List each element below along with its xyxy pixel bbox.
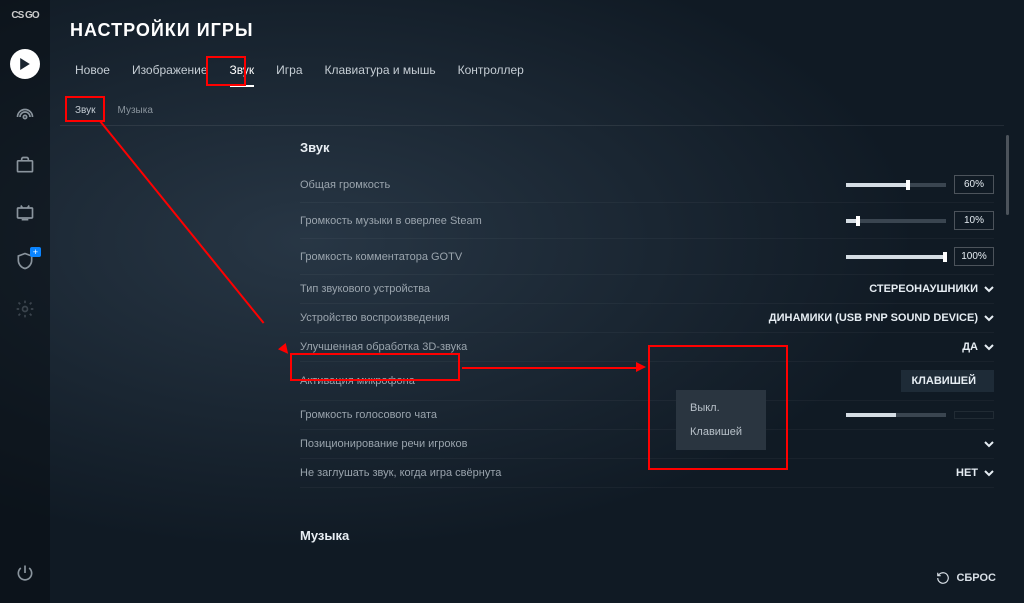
chevron-down-icon <box>984 439 994 449</box>
section-music-title: Музыка <box>300 528 994 543</box>
shield-icon[interactable]: + <box>15 251 35 271</box>
sidebar: CS GO + <box>0 0 50 603</box>
value-device-type: СТЕРЕОНАУШНИКИ <box>869 283 978 295</box>
power-icon[interactable] <box>15 563 35 583</box>
play-icon <box>19 58 31 70</box>
header: НАСТРОЙКИ ИГРЫ <box>70 20 254 41</box>
dropdown-item-key[interactable]: Клавишей <box>676 420 766 444</box>
tab-new[interactable]: Новое <box>75 63 110 87</box>
slider-overlay-music[interactable] <box>846 219 946 223</box>
label-voice-positional: Позиционирование речи игроков <box>300 438 984 450</box>
slider-voice-volume[interactable] <box>846 413 946 417</box>
value-3d-processing: ДА <box>962 341 978 353</box>
chevron-down-icon <box>984 284 994 294</box>
row-master-volume: Общая громкость 60% <box>300 167 994 203</box>
dropdown-mute-background[interactable]: НЕТ <box>956 467 994 479</box>
label-device-type: Тип звукового устройства <box>300 283 869 295</box>
value-voice-volume[interactable] <box>954 411 994 419</box>
subtab-music[interactable]: Музыка <box>118 105 153 116</box>
reset-icon <box>936 571 950 585</box>
page-title: НАСТРОЙКИ ИГРЫ <box>70 20 254 41</box>
value-gotv-volume[interactable]: 100% <box>954 247 994 266</box>
row-gotv-volume: Громкость комментатора GOTV 100% <box>300 239 994 275</box>
row-device-type: Тип звукового устройства СТЕРЕОНАУШНИКИ <box>300 275 994 304</box>
badge-new: + <box>30 247 41 257</box>
section-sound-title: Звук <box>300 140 994 155</box>
row-mute-background: Не заглушать звук, когда игра свёрнута Н… <box>300 459 994 488</box>
dropdown-3d-processing[interactable]: ДА <box>962 341 994 353</box>
scrollbar[interactable] <box>1006 135 1009 215</box>
value-mute-background: НЕТ <box>956 467 978 479</box>
label-mic-activation: Активация микрофона <box>300 375 901 387</box>
dropdown-device-type[interactable]: СТЕРЕОНАУШНИКИ <box>869 283 994 295</box>
logo: CS GO <box>11 10 38 21</box>
annotation-arrow-1 <box>99 120 264 323</box>
value-output-device: ДИНАМИКИ (USB PNP SOUND DEVICE) <box>769 312 978 324</box>
label-gotv-volume: Громкость комментатора GOTV <box>300 251 846 263</box>
chevron-down-icon <box>984 342 994 352</box>
row-overlay-music: Громкость музыки в оверлее Steam 10% <box>300 203 994 239</box>
tab-controller[interactable]: Контроллер <box>458 63 524 87</box>
value-master-volume[interactable]: 60% <box>954 175 994 194</box>
annotation-arrowhead-1 <box>278 343 292 357</box>
label-overlay-music: Громкость музыки в оверлее Steam <box>300 215 846 227</box>
row-mic-activation: Активация микрофона КЛАВИШЕЙ <box>300 362 994 401</box>
watch-icon[interactable] <box>15 203 35 223</box>
row-voice-volume: Громкость голосового чата <box>300 401 994 430</box>
label-mute-background: Не заглушать звук, когда игра свёрнута <box>300 467 956 479</box>
reset-label: СБРОС <box>956 572 996 584</box>
label-3d-processing: Улучшенная обработка 3D-звука <box>300 341 962 353</box>
chevron-down-icon <box>984 468 994 478</box>
value-overlay-music[interactable]: 10% <box>954 211 994 230</box>
slider-gotv-volume[interactable] <box>846 255 946 259</box>
row-3d-processing: Улучшенная обработка 3D-звука ДА <box>300 333 994 362</box>
dropdown-mic-activation[interactable]: КЛАВИШЕЙ <box>901 370 994 392</box>
tab-audio[interactable]: Звук <box>230 63 255 87</box>
tab-keyboard[interactable]: Клавиатура и мышь <box>325 63 436 87</box>
row-output-device: Устройство воспроизведения ДИНАМИКИ (USB… <box>300 304 994 333</box>
tabs: Новое Изображение Звук Игра Клавиатура и… <box>75 63 524 87</box>
dropdown-output-device[interactable]: ДИНАМИКИ (USB PNP SOUND DEVICE) <box>769 312 994 324</box>
dropdown-menu-mic: Выкл. Клавишей <box>676 390 766 450</box>
tab-video[interactable]: Изображение <box>132 63 208 87</box>
reset-button[interactable]: СБРОС <box>936 571 996 585</box>
slider-master-volume[interactable] <box>846 183 946 187</box>
row-voice-positional: Позиционирование речи игроков <box>300 430 994 459</box>
play-button[interactable] <box>10 49 40 79</box>
dropdown-item-off[interactable]: Выкл. <box>676 396 766 420</box>
label-output-device: Устройство воспроизведения <box>300 312 769 324</box>
divider <box>60 125 1004 126</box>
inventory-icon[interactable] <box>15 155 35 175</box>
settings-icon[interactable] <box>15 299 35 319</box>
value-mic-activation: КЛАВИШЕЙ <box>911 375 976 387</box>
settings-content: Звук Общая громкость 60% Громкость музык… <box>300 140 994 553</box>
dropdown-voice-positional[interactable] <box>984 439 994 449</box>
tab-game[interactable]: Игра <box>276 63 302 87</box>
label-master-volume: Общая громкость <box>300 179 846 191</box>
chevron-down-icon <box>984 313 994 323</box>
subtab-sound[interactable]: Звук <box>75 105 96 116</box>
subtabs: Звук Музыка <box>75 105 153 116</box>
broadcast-icon[interactable] <box>15 107 35 127</box>
